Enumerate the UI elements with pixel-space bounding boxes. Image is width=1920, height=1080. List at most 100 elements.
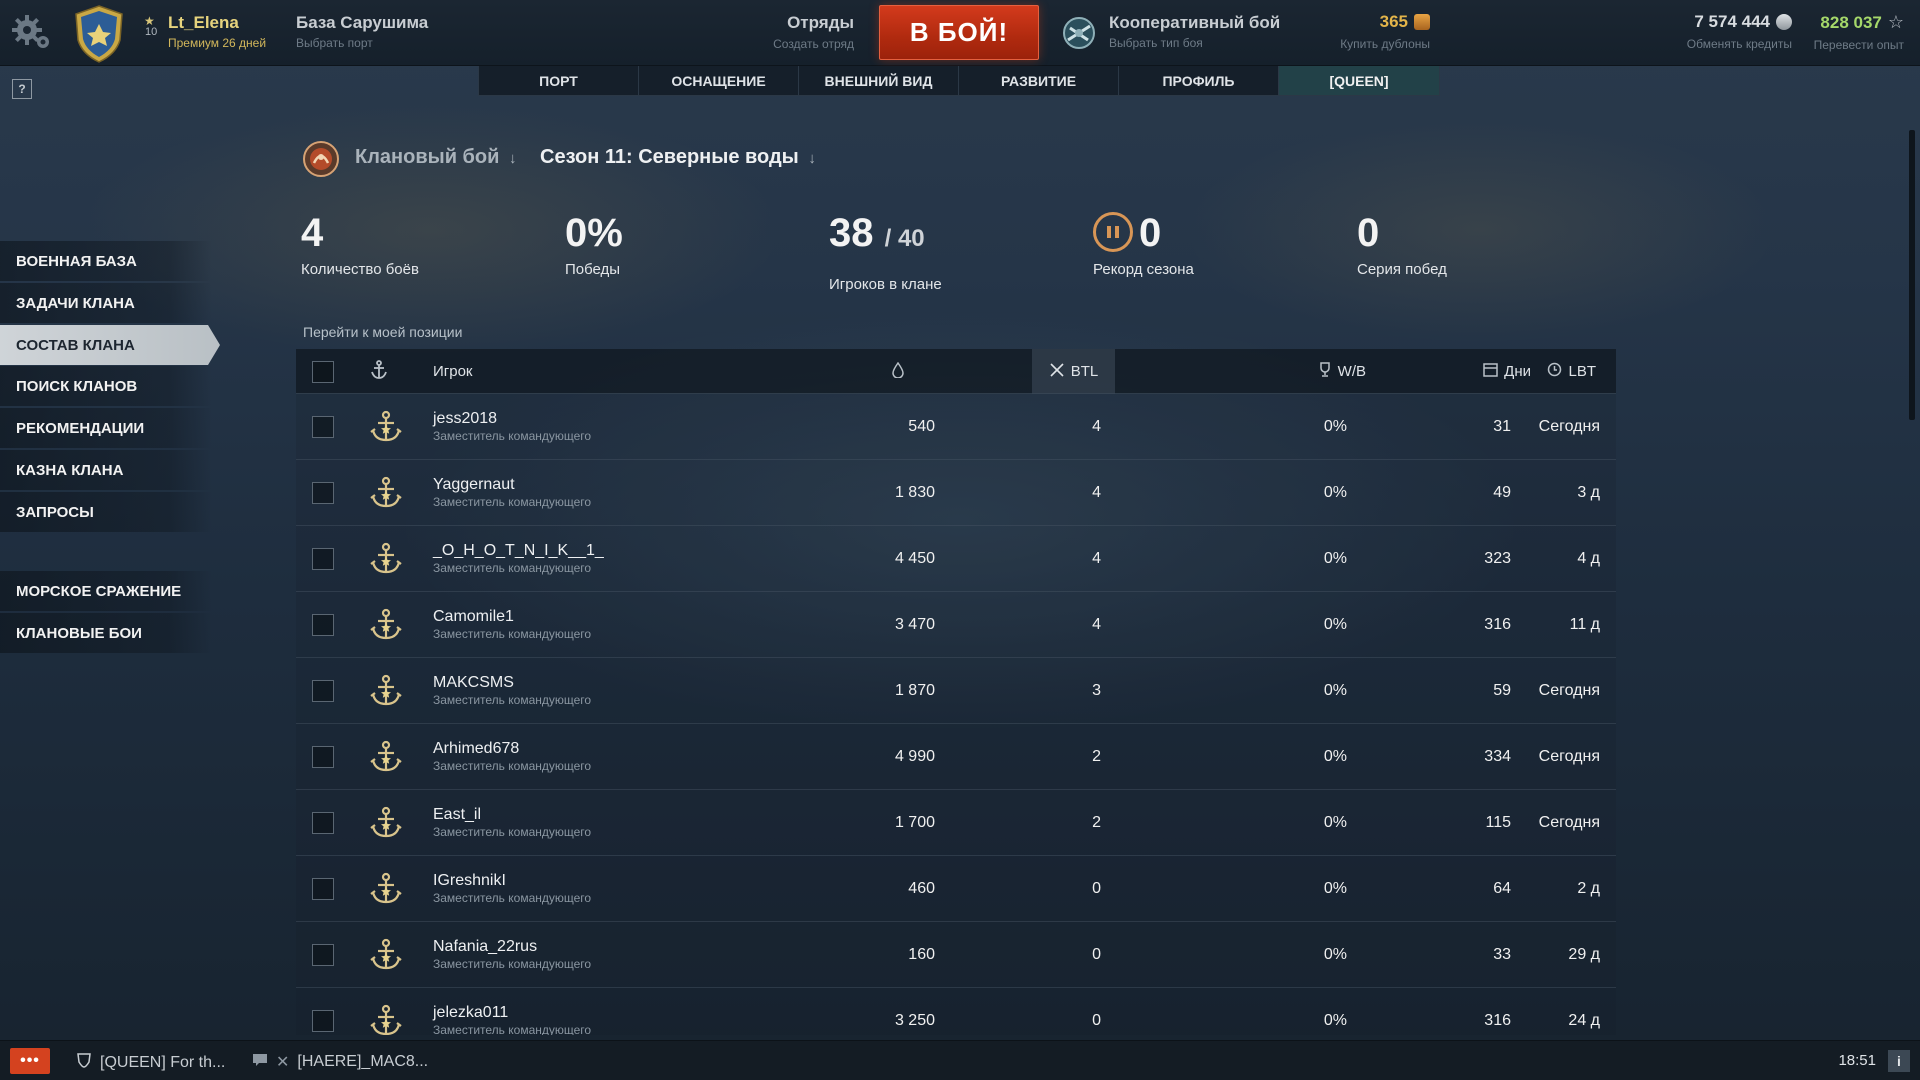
table-row[interactable]: jelezka011 Заместитель командующего 3 25… xyxy=(296,988,1616,1035)
table-row[interactable]: Yaggernaut Заместитель командующего 1 83… xyxy=(296,460,1616,526)
stat-win-streak: 0 Серия побед xyxy=(1357,210,1447,278)
clock-icon xyxy=(1547,362,1562,381)
info-button[interactable]: i xyxy=(1888,1050,1910,1072)
player-name[interactable]: jelezka011 xyxy=(433,1004,508,1022)
port-name[interactable]: База Сарушима xyxy=(296,13,428,33)
winrate-column-label: W/B xyxy=(1337,363,1366,380)
winrate-value: 0% xyxy=(1323,550,1347,567)
battle-type-dropdown[interactable]: Клановый бой ↓ xyxy=(355,146,517,169)
player-name[interactable]: East_il xyxy=(433,806,481,824)
chat-tab-private[interactable]: ✕ [HAERE]_MAC8... xyxy=(252,1052,428,1072)
top-bar: ★ 10 Lt_Elena Премиум 26 дней База Саруш… xyxy=(0,0,1920,66)
row-checkbox[interactable] xyxy=(312,658,334,724)
sort-by-days-header[interactable]: Дни xyxy=(1386,349,1531,394)
table-row[interactable]: _O_H_O_T_N_I_K__1_ Заместитель командующ… xyxy=(296,526,1616,592)
squads-button[interactable]: Отряды Создать отряд xyxy=(773,13,854,51)
sort-by-last-battle-header[interactable]: LBT xyxy=(1546,349,1596,394)
table-row[interactable]: IGreshnikI Заместитель командующего 460 … xyxy=(296,856,1616,922)
row-checkbox[interactable] xyxy=(312,724,334,790)
go-to-my-position-link[interactable]: Перейти к моей позиции xyxy=(303,324,462,340)
clan-shield-icon[interactable] xyxy=(72,4,126,64)
premium-status[interactable]: Премиум 26 дней xyxy=(168,36,266,50)
player-name[interactable]: Arhimed678 xyxy=(433,740,519,758)
sidebar-item-clan-search[interactable]: ПОИСК КЛАНОВ xyxy=(0,366,212,406)
sort-by-player-header[interactable]: Игрок xyxy=(433,349,473,394)
battle-mode-title[interactable]: Кооперативный бой xyxy=(1109,13,1280,33)
player-name[interactable]: MAKCSMS xyxy=(433,674,514,692)
player-name[interactable]: _O_H_O_T_N_I_K__1_ xyxy=(433,542,604,560)
message-icon xyxy=(252,1053,268,1072)
last-battle-value: Сегодня xyxy=(1538,682,1600,699)
row-checkbox[interactable] xyxy=(312,592,334,658)
sidebar-item-clan-tasks[interactable]: ЗАДАЧИ КЛАНА xyxy=(0,283,212,323)
sidebar-item-recommendations[interactable]: РЕКОМЕНДАЦИИ xyxy=(0,408,212,448)
settings-gear-icon[interactable] xyxy=(10,12,54,52)
clan-members-table: Игрок BTL W/B Дни LBT jess2018 Заместите… xyxy=(296,349,1616,1035)
tab-development[interactable]: РАЗВИТИЕ xyxy=(959,66,1119,95)
player-name[interactable]: jess2018 xyxy=(433,410,497,428)
tab-profile[interactable]: ПРОФИЛЬ xyxy=(1119,66,1279,95)
free-xp-balance[interactable]: 828 037 ☆ Перевести опыт xyxy=(1814,12,1904,52)
select-port-link[interactable]: Выбрать порт xyxy=(296,36,373,50)
select-all-checkbox[interactable] xyxy=(312,349,334,394)
player-role: Заместитель командующего xyxy=(433,825,592,839)
row-checkbox[interactable] xyxy=(312,856,334,922)
buy-doubloons-link[interactable]: Купить дублоны xyxy=(1340,37,1430,51)
sort-by-winrate-header[interactable]: W/B xyxy=(1216,349,1366,394)
player-name[interactable]: Yaggernaut xyxy=(433,476,515,494)
chat-tab-clan[interactable]: [QUEEN] For th... xyxy=(76,1052,225,1073)
stat-wins-value: 0% xyxy=(565,211,623,255)
sort-by-rank-header[interactable] xyxy=(370,349,388,394)
player-name[interactable]: Lt_Elena xyxy=(168,13,239,33)
help-button[interactable]: ? xyxy=(12,79,32,99)
sidebar-item-naval-battle[interactable]: МОРСКОЕ СРАЖЕНИЕ xyxy=(0,571,212,611)
select-battle-type-link[interactable]: Выбрать тип боя xyxy=(1109,36,1203,50)
sort-by-oil-header[interactable] xyxy=(892,349,904,394)
battles-value: 4 xyxy=(1092,616,1101,633)
row-checkbox[interactable] xyxy=(312,460,334,526)
player-role: Заместитель командующего xyxy=(433,429,592,443)
credits-balance[interactable]: 7 574 444 Обменять кредиты xyxy=(1687,12,1792,51)
sort-by-battles-header[interactable]: BTL xyxy=(1032,349,1115,394)
row-checkbox[interactable] xyxy=(312,922,334,988)
row-checkbox[interactable] xyxy=(312,988,334,1035)
tab-exterior[interactable]: ВНЕШНИЙ ВИД xyxy=(799,66,959,95)
chat-button[interactable]: ••• xyxy=(10,1048,50,1074)
winrate-value: 0% xyxy=(1323,616,1347,633)
sidebar-item-clan-members[interactable]: СОСТАВ КЛАНА xyxy=(0,325,220,365)
exchange-credits-link[interactable]: Обменять кредиты xyxy=(1687,37,1792,51)
table-row[interactable]: jess2018 Заместитель командующего 540 4 … xyxy=(296,394,1616,460)
last-battle-value: 29 д xyxy=(1568,946,1600,963)
table-row[interactable]: East_il Заместитель командующего 1 700 2… xyxy=(296,790,1616,856)
player-name[interactable]: IGreshnikI xyxy=(433,872,506,890)
sidebar-item-clan-battles[interactable]: КЛАНОВЫЕ БОИ xyxy=(0,613,212,653)
anchor-rank-icon xyxy=(368,658,404,724)
sidebar-item-requests[interactable]: ЗАПРОСЫ xyxy=(0,492,212,532)
page-scrollbar[interactable] xyxy=(1909,130,1915,420)
tab-clan[interactable]: [QUEEN] xyxy=(1279,66,1439,95)
table-row[interactable]: Arhimed678 Заместитель командующего 4 99… xyxy=(296,724,1616,790)
battle-button[interactable]: В БОЙ! xyxy=(879,5,1039,60)
tab-equipment[interactable]: ОСНАЩЕНИЕ xyxy=(639,66,799,95)
convert-xp-link[interactable]: Перевести опыт xyxy=(1814,38,1904,52)
player-name[interactable]: Camomile1 xyxy=(433,608,514,626)
table-row[interactable]: Camomile1 Заместитель командующего 3 470… xyxy=(296,592,1616,658)
winrate-value: 0% xyxy=(1323,946,1347,963)
player-name[interactable]: Nafania_22rus xyxy=(433,938,537,956)
table-row[interactable]: Nafania_22rus Заместитель командующего 1… xyxy=(296,922,1616,988)
doubloons-balance[interactable]: 365 Купить дублоны xyxy=(1340,12,1430,51)
doubloon-icon xyxy=(1414,14,1430,30)
table-row[interactable]: MAKCSMS Заместитель командующего 1 870 3… xyxy=(296,658,1616,724)
row-checkbox[interactable] xyxy=(312,790,334,856)
tab-port[interactable]: ПОРТ xyxy=(479,66,639,95)
row-checkbox[interactable] xyxy=(312,526,334,592)
coop-battle-icon[interactable] xyxy=(1062,16,1096,50)
sidebar-item-clan-treasury[interactable]: КАЗНА КЛАНА xyxy=(0,450,212,490)
row-checkbox[interactable] xyxy=(312,394,334,460)
close-icon[interactable]: ✕ xyxy=(276,1052,289,1072)
last-battle-value: 4 д xyxy=(1577,550,1600,567)
stat-streak-value: 0 xyxy=(1357,211,1380,255)
stat-players-label: Игроков в клане xyxy=(829,276,942,293)
season-dropdown[interactable]: Сезон 11: Северные воды ↓ xyxy=(540,146,816,169)
sidebar-item-military-base[interactable]: ВОЕННАЯ БАЗА xyxy=(0,241,212,281)
